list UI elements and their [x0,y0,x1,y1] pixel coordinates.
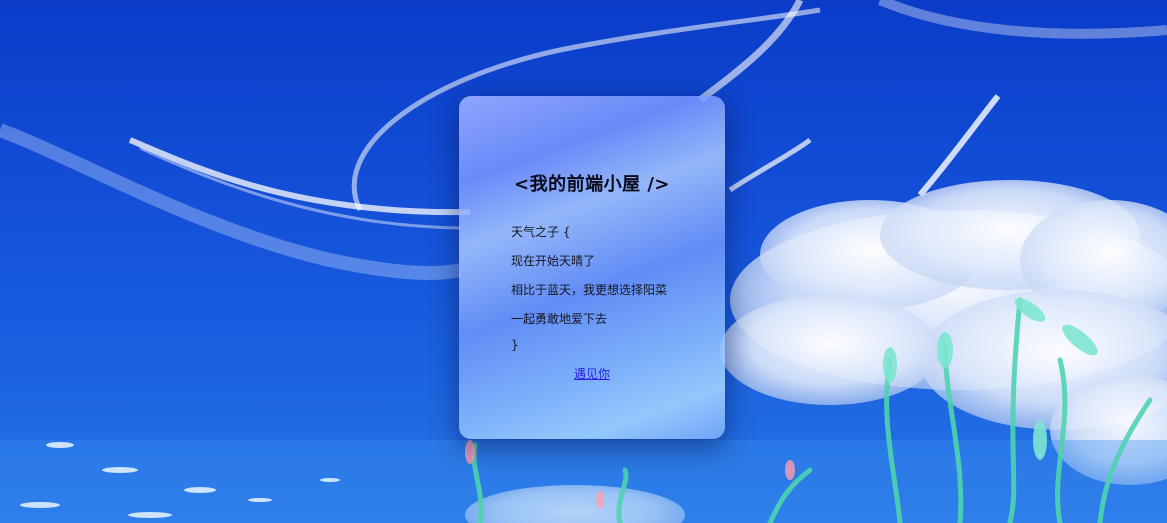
poem-line: 一起勇敢地爱下去 [511,312,608,326]
poem-line: } [511,338,519,352]
background-scene: <我的前端小屋 /> 天气之子 { 现在开始天晴了 相比于蓝天，我更想选择阳菜 … [0,0,1167,523]
poem-line: 现在开始天晴了 [511,254,596,268]
glass-card: <我的前端小屋 /> 天气之子 { 现在开始天晴了 相比于蓝天，我更想选择阳菜 … [459,96,725,439]
poem-line: 相比于蓝天，我更想选择阳菜 [511,283,668,297]
poem-line: 天气之子 { [511,225,571,239]
card-title: <我的前端小屋 /> [513,174,670,195]
meet-you-link[interactable]: 遇见你 [459,365,725,382]
